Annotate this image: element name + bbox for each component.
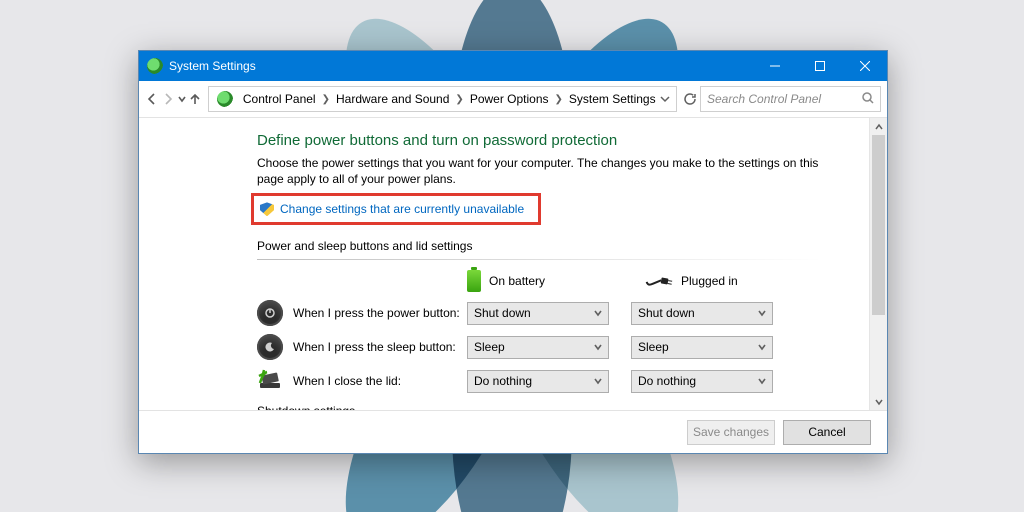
breadcrumb-item[interactable]: Power Options [466, 92, 553, 106]
select-value: Shut down [474, 306, 531, 320]
navigation-toolbar: Control Panel ❯ Hardware and Sound ❯ Pow… [139, 81, 887, 118]
column-headers: On battery Plugged in [467, 270, 823, 292]
select-value: Do nothing [638, 374, 696, 388]
select-value: Sleep [638, 340, 669, 354]
maximize-button[interactable] [797, 51, 842, 81]
power-button-row: When I press the power button: Shut down… [257, 300, 823, 326]
refresh-button[interactable] [683, 86, 698, 112]
section-divider [257, 259, 823, 260]
sleep-plugged-select[interactable]: Sleep [631, 336, 773, 359]
button-label: Cancel [808, 425, 845, 439]
window-title: System Settings [169, 59, 256, 73]
shutdown-section-title: Shutdown settings [257, 404, 823, 410]
battery-icon [467, 270, 481, 292]
save-changes-button[interactable]: Save changes [687, 420, 775, 445]
search-box[interactable] [700, 86, 881, 112]
on-battery-label: On battery [489, 274, 545, 288]
sleep-battery-select[interactable]: Sleep [467, 336, 609, 359]
power-button-label: When I press the power button: [293, 306, 467, 320]
sleep-icon [257, 334, 283, 360]
page-heading: Define power buttons and turn on passwor… [257, 132, 823, 149]
chevron-down-icon [758, 309, 766, 317]
power-plugged-select[interactable]: Shut down [631, 302, 773, 325]
change-unavailable-callout: Change settings that are currently unava… [251, 193, 541, 225]
lid-battery-select[interactable]: Do nothing [467, 370, 609, 393]
sleep-button-label: When I press the sleep button: [293, 340, 467, 354]
up-button[interactable] [188, 87, 202, 111]
shield-icon [260, 202, 274, 216]
lid-icon [257, 368, 283, 394]
scroll-up-button[interactable] [870, 118, 887, 135]
address-bar[interactable]: Control Panel ❯ Hardware and Sound ❯ Pow… [208, 86, 677, 112]
chevron-right-icon: ❯ [320, 94, 332, 105]
power-icon [257, 300, 283, 326]
chevron-right-icon: ❯ [553, 94, 565, 105]
back-button[interactable] [145, 87, 159, 111]
scrollbar-thumb[interactable] [872, 135, 885, 315]
sleep-button-row: When I press the sleep button: Sleep Sle… [257, 334, 823, 360]
select-value: Sleep [474, 340, 505, 354]
breadcrumb-item[interactable]: Hardware and Sound [332, 92, 453, 106]
chevron-right-icon: ❯ [453, 94, 465, 105]
lid-label: When I close the lid: [293, 374, 467, 388]
minimize-button[interactable] [752, 51, 797, 81]
change-unavailable-link[interactable]: Change settings that are currently unava… [280, 202, 524, 216]
plug-icon [644, 272, 674, 291]
app-icon [147, 58, 163, 74]
titlebar[interactable]: System Settings [139, 51, 887, 81]
breadcrumb-item[interactable]: System Settings [565, 92, 660, 106]
select-value: Shut down [638, 306, 695, 320]
search-icon [862, 92, 874, 107]
address-bar-icon [217, 91, 233, 107]
button-bar: Save changes Cancel [139, 410, 887, 453]
lid-plugged-select[interactable]: Do nothing [631, 370, 773, 393]
chevron-down-icon[interactable] [660, 94, 670, 104]
chevron-down-icon [594, 309, 602, 317]
forward-button[interactable] [161, 87, 175, 111]
breadcrumb-item[interactable]: Control Panel [239, 92, 320, 106]
plugged-in-label: Plugged in [681, 274, 738, 288]
chevron-down-icon [758, 343, 766, 351]
chevron-down-icon [594, 343, 602, 351]
search-input[interactable] [707, 92, 862, 106]
chevron-down-icon [594, 377, 602, 385]
close-button[interactable] [842, 51, 887, 81]
scroll-down-button[interactable] [870, 393, 887, 410]
vertical-scrollbar[interactable] [869, 118, 887, 410]
system-settings-window: System Settings Control [138, 50, 888, 454]
content-pane: Define power buttons and turn on passwor… [139, 118, 869, 410]
lid-row: When I close the lid: Do nothing Do noth… [257, 368, 823, 394]
chevron-down-icon [758, 377, 766, 385]
select-value: Do nothing [474, 374, 532, 388]
history-dropdown[interactable] [177, 95, 185, 103]
page-description: Choose the power settings that you want … [257, 155, 823, 187]
buttons-section-title: Power and sleep buttons and lid settings [257, 239, 823, 253]
button-label: Save changes [693, 425, 769, 439]
cancel-button[interactable]: Cancel [783, 420, 871, 445]
power-battery-select[interactable]: Shut down [467, 302, 609, 325]
